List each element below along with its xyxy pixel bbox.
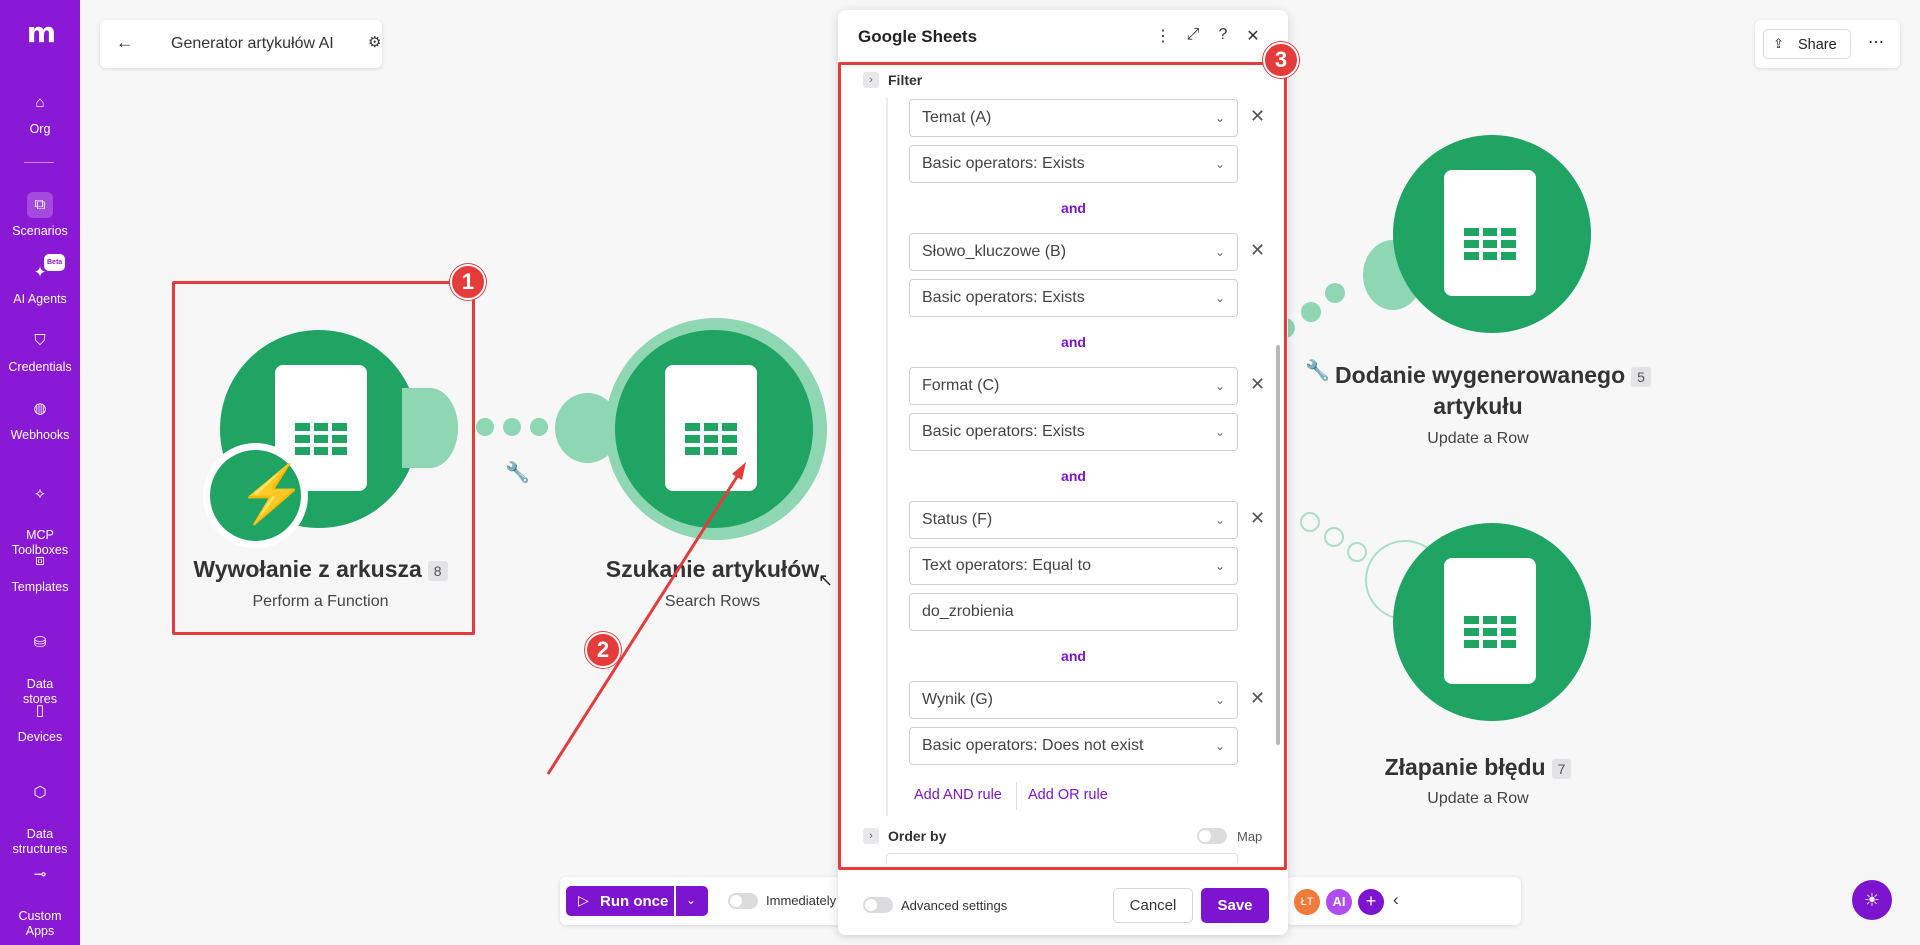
close-icon[interactable]: ✕ [1242, 26, 1264, 46]
connector-dot [503, 418, 521, 436]
run-once-label: Run once [600, 893, 669, 910]
node-subtitle: Update a Row [1427, 430, 1529, 447]
annotation-number-2: 2 [585, 632, 621, 668]
connector-dot [1300, 512, 1320, 532]
run-once-button[interactable]: ▷ Run once [566, 886, 674, 916]
panel-scrollbar[interactable] [1276, 345, 1280, 745]
share-label: Share [1798, 37, 1837, 53]
sheets-icon [1444, 170, 1536, 296]
sheets-grid-icon [1464, 228, 1516, 260]
settings-sliders-icon[interactable]: ⚙ [368, 33, 381, 51]
sidebar-item-label: Org [29, 122, 51, 136]
mouse-cursor-icon: ↖ [818, 570, 834, 590]
panel-footer: Advanced settings Cancel Save [838, 870, 1288, 935]
advanced-settings-toggle[interactable] [863, 897, 893, 913]
annotation-number-1: 1 [450, 264, 486, 300]
more-options-icon[interactable]: ⋯ [1868, 32, 1885, 52]
sheets-icon [1444, 558, 1536, 684]
chevron-left-icon[interactable]: ‹ [1393, 890, 1399, 910]
templates-icon: ⧈ [35, 552, 45, 569]
connector-dot [1347, 542, 1367, 562]
sidebar-item-label: Devices [17, 730, 63, 744]
annotation-box-3 [838, 62, 1287, 870]
sidebar-item-mcp-toolboxes[interactable]: ⟡ MCP Toolboxes [0, 466, 80, 558]
advanced-settings-label: Advanced settings [901, 898, 1008, 913]
annotation-number-3: 3 [1263, 42, 1299, 78]
sidebar-item-custom-apps[interactable]: ⊸ Custom Apps [0, 847, 80, 939]
annotation-box-1 [172, 281, 475, 635]
sidebar-item-label: Scenarios [12, 224, 68, 238]
share-button[interactable]: ⇪ Share [1763, 29, 1851, 59]
add-module-button[interactable]: + [1358, 889, 1384, 915]
ai-toolbar: ŁT AI + ‹ [1286, 877, 1521, 925]
run-options-dropdown[interactable]: ⌄ [676, 886, 708, 916]
sidebar-item-credentials[interactable]: ⛉ Credentials [0, 328, 80, 375]
user-avatar[interactable]: ŁT [1294, 889, 1320, 915]
cancel-button[interactable]: Cancel [1113, 888, 1193, 923]
connector-dot [476, 418, 494, 436]
device-icon: ▯ [35, 702, 45, 719]
sidebar-item-data-stores[interactable]: ⛁ Data stores [0, 615, 80, 707]
scenarios-icon: ⧉ [27, 192, 53, 218]
mcp-icon: ⟡ [35, 485, 45, 502]
operation-count-badge: 7 [1551, 758, 1572, 779]
sidebar-item-templates[interactable]: ⧈ Templates [0, 548, 80, 595]
ai-assistant-button[interactable]: AI [1326, 889, 1352, 915]
sheets-grid-icon [1464, 616, 1516, 648]
cube-icon: ⬡ [33, 784, 47, 801]
sidebar-item-label: Custom Apps [18, 909, 62, 938]
help-icon[interactable]: ? [1212, 26, 1234, 44]
chevron-down-icon: ⌄ [686, 893, 697, 907]
scenario-title[interactable]: Generator artykułów AI [171, 35, 334, 53]
operation-count-badge: 5 [1631, 366, 1651, 387]
sidebar: m ⌂ Org ⧉ Scenarios ✦ Beta AI Agents ⛉ C… [0, 0, 80, 945]
connector-dot [530, 418, 548, 436]
database-icon: ⛁ [33, 634, 47, 651]
connector-dot [1324, 527, 1344, 547]
beta-badge: Beta [44, 254, 66, 271]
more-vertical-icon[interactable]: ⋮ [1152, 26, 1174, 46]
make-logo[interactable]: m [0, 16, 80, 49]
sidebar-item-label: AI Agents [13, 292, 67, 306]
annotation-arrow [546, 462, 746, 775]
node-title: Złapanie błędu 7 [1308, 754, 1678, 781]
sidebar-item-scenarios[interactable]: ⧉ Scenarios [0, 192, 80, 239]
lightbulb-icon: ☀ [1863, 890, 1881, 910]
sidebar-item-ai-agents[interactable]: ✦ Beta AI Agents [0, 254, 80, 307]
google-sheets-settings-panel: Google Sheets ⋮ ⤢ ? ✕ › Filter Temat (A)… [838, 10, 1288, 935]
save-button[interactable]: Save [1201, 888, 1269, 923]
back-arrow-icon[interactable]: ← [116, 33, 133, 53]
sidebar-item-data-structures[interactable]: ⬡ Data structures [0, 765, 80, 857]
wrench-icon[interactable]: 🔧 [505, 460, 530, 485]
sidebar-item-webhooks[interactable]: ◍ Webhooks [0, 396, 80, 443]
connector-dot [1325, 283, 1345, 303]
node-title: Dodanie wygenerowanego 5 [1308, 362, 1678, 389]
custom-apps-icon: ⊸ [33, 866, 47, 883]
share-icon: ⇪ [1773, 36, 1784, 51]
help-button[interactable]: ☀ [1852, 880, 1892, 920]
node-title-line2: artykułu [1433, 393, 1523, 419]
share-toolbar: ⇪ Share ⋯ [1755, 20, 1900, 68]
play-icon: ▷ [578, 892, 589, 908]
scenario-header: ← Generator artykułów AI ⚙ [100, 20, 382, 68]
node-subtitle: Update a Row [1427, 790, 1529, 807]
globe-icon: ◍ [33, 400, 47, 417]
sidebar-item-label: Webhooks [10, 428, 70, 442]
panel-title: Google Sheets [858, 27, 978, 46]
sidebar-item-label: Templates [11, 580, 69, 594]
sidebar-item-devices[interactable]: ▯ Devices [0, 698, 80, 745]
connector-dot [1301, 302, 1321, 322]
shield-icon: ⛉ [34, 332, 46, 349]
immediately-toggle[interactable] [728, 893, 758, 909]
home-icon: ⌂ [35, 94, 45, 111]
sidebar-item-org[interactable]: ⌂ Org [0, 90, 80, 137]
sidebar-item-label: Credentials [8, 360, 72, 374]
immediately-label: Immediately [766, 893, 837, 908]
sidebar-divider [24, 162, 54, 163]
expand-icon[interactable]: ⤢ [1182, 26, 1204, 44]
